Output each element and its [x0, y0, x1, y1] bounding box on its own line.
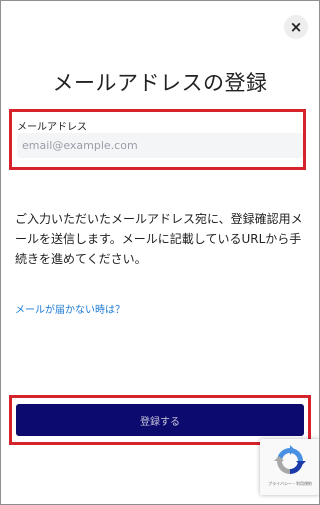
email-field-label: メールアドレス	[17, 122, 87, 133]
email-not-received-link[interactable]: メールが届かない時は？	[15, 301, 125, 316]
close-button[interactable]: ×	[284, 15, 308, 39]
submit-button-highlight: 登録する	[9, 395, 311, 445]
registration-modal: × メールアドレスの登録 メールアドレス ご入力いただいたメールアドレス宛に、登…	[0, 0, 320, 505]
page-title: メールアドレスの登録	[52, 71, 268, 95]
description-text: ご入力いただいたメールアドレス宛に、登録確認用メールを送信します。メールに記載し…	[15, 212, 303, 266]
email-field[interactable]	[17, 133, 303, 158]
recaptcha-terms[interactable]: プライバシー・利用規約	[260, 481, 319, 487]
recaptcha-icon	[274, 445, 306, 474]
recaptcha-badge[interactable]: プライバシー・利用規約	[260, 439, 319, 495]
email-field-highlight: メールアドレス	[9, 109, 306, 170]
register-button[interactable]: 登録する	[16, 404, 304, 436]
close-icon: ×	[289, 18, 303, 36]
